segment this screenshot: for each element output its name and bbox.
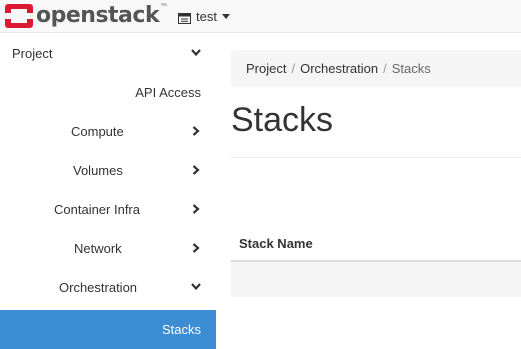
breadcrumb-item-stacks: Stacks [391, 61, 431, 76]
openstack-logo[interactable]: openstack ™ [4, 3, 167, 29]
brand-trademark: ™ [160, 2, 168, 10]
caret-down-icon [221, 14, 230, 19]
chevron-right-icon [192, 204, 200, 214]
sidebar-item-label: Network [74, 241, 122, 256]
sidebar-item-container-infra[interactable]: Container Infra [0, 190, 216, 229]
sidebar-item-label: API Access [135, 85, 201, 100]
sidebar-item-label: Stacks [161, 322, 201, 337]
chevron-right-icon [192, 243, 200, 253]
sidebar-item-orchestration[interactable]: Orchestration [0, 268, 216, 307]
sidebar-item-project[interactable]: Project [0, 34, 216, 73]
breadcrumb: Project / Orchestration / Stacks [231, 50, 521, 87]
chevron-right-icon [192, 126, 200, 136]
sidebar-item-label: Project [12, 46, 53, 61]
sidebar-item-label: Container Infra [54, 202, 140, 217]
sidebar-item-volumes[interactable]: Volumes [0, 151, 216, 190]
chevron-down-icon [191, 49, 201, 57]
page-title: Stacks [231, 101, 334, 139]
sidebar-item-label: Compute [71, 124, 124, 139]
chevron-down-icon [191, 283, 201, 291]
breadcrumb-item-project[interactable]: Project [246, 61, 286, 76]
project-picker[interactable]: test [178, 6, 230, 26]
sidebar-item-api-access[interactable]: API Access [0, 73, 216, 112]
sidebar-item-label: Volumes [73, 163, 123, 178]
project-picker-label: test [196, 8, 217, 24]
sidebar-item-compute[interactable]: Compute [0, 112, 216, 151]
chevron-right-icon [192, 165, 200, 175]
project-icon [178, 11, 191, 24]
table-header: Stack Name [231, 226, 521, 262]
table-row [231, 262, 521, 297]
brand-name: openstack [36, 3, 160, 28]
sidebar: Project API Access Compute Volumes Conta… [0, 34, 216, 349]
sidebar-item-stacks[interactable]: Stacks [0, 310, 216, 349]
breadcrumb-separator: / [383, 61, 387, 76]
breadcrumb-separator: / [291, 61, 296, 76]
sidebar-item-label: Orchestration [59, 280, 138, 295]
top-navbar: openstack ™ test [0, 0, 521, 33]
openstack-logo-icon [4, 3, 34, 29]
column-header-stack-name[interactable]: Stack Name [239, 236, 313, 251]
title-divider [231, 157, 521, 158]
breadcrumb-item-orchestration[interactable]: Orchestration [300, 61, 378, 76]
sidebar-item-network[interactable]: Network [0, 229, 216, 268]
